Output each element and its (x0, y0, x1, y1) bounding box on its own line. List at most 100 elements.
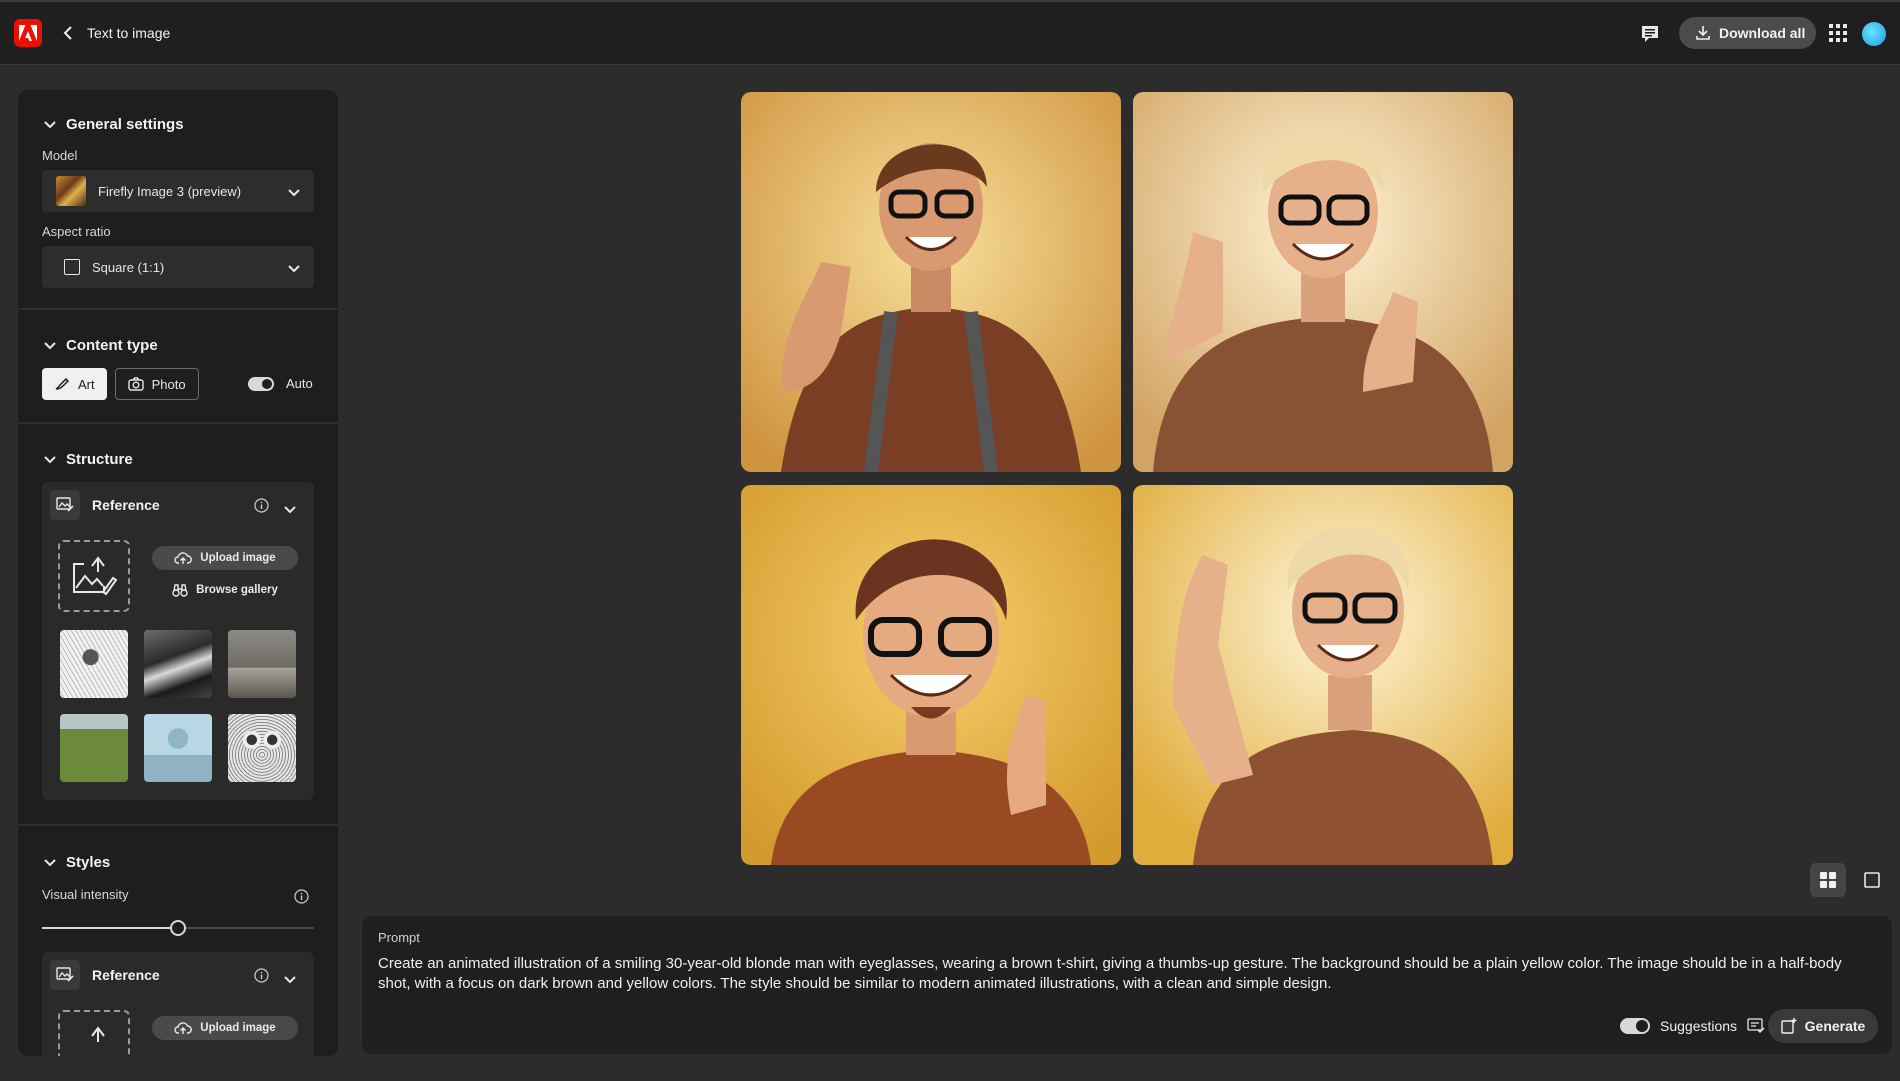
slider-fill (42, 927, 178, 929)
model-label: Model (42, 148, 78, 163)
illustration-blonde-man-single-thumb (1133, 485, 1513, 865)
thumb-mountain-landscape[interactable] (144, 630, 212, 698)
chevron-down-icon[interactable] (284, 971, 296, 987)
styles-upload-dropzone[interactable] (58, 1010, 130, 1056)
thumb-owl-sketch[interactable] (228, 714, 296, 782)
square-icon (64, 259, 80, 275)
content-type-title: Content type (66, 337, 158, 354)
top-bar: Text to image Download all (0, 0, 1900, 65)
styles-upload-image-button[interactable]: Upload image (152, 1016, 298, 1040)
thumb-living-room[interactable] (228, 630, 296, 698)
view-toggle (1810, 862, 1890, 898)
art-label: Art (78, 376, 95, 392)
photo-button[interactable]: Photo (114, 368, 199, 400)
cloud-upload-icon (174, 1022, 193, 1034)
info-icon[interactable] (254, 498, 269, 516)
upload-image-label: Upload image (200, 1022, 276, 1034)
slider-thumb[interactable] (170, 920, 186, 936)
upload-dropzone[interactable] (58, 540, 130, 612)
illustration-goatee-man (741, 485, 1121, 865)
structure-reference-box: Reference Upload image Browse gallery (42, 482, 314, 800)
adobe-logo-icon[interactable] (14, 19, 42, 47)
art-button[interactable]: Art (42, 368, 107, 400)
model-select[interactable]: Firefly Image 3 (preview) (42, 170, 314, 212)
structure-upload-image-button[interactable]: Upload image (152, 546, 298, 570)
settings-panel: General settings Model Firefly Image 3 (… (18, 90, 338, 1056)
generated-image-3[interactable] (741, 485, 1121, 865)
generate-label: Generate (1804, 1018, 1866, 1034)
auto-label: Auto (286, 376, 313, 391)
structure-reference-header[interactable]: Reference (50, 490, 306, 520)
grid-icon (1820, 872, 1836, 888)
generated-image-4[interactable] (1133, 485, 1513, 865)
structure-title: Structure (66, 451, 133, 468)
suggestions-toggle[interactable] (1620, 1018, 1650, 1034)
download-all-button[interactable]: Download all (1679, 17, 1816, 49)
visual-intensity-label: Visual intensity (42, 887, 129, 902)
styles-reference-label: Reference (92, 967, 160, 983)
model-value: Firefly Image 3 (preview) (98, 183, 242, 199)
generate-sparkle-icon (1780, 1018, 1797, 1034)
comment-icon[interactable] (1638, 22, 1662, 46)
chevron-down-icon[interactable] (284, 501, 296, 517)
styles-title: Styles (66, 854, 111, 871)
single-view-button[interactable] (1854, 863, 1890, 897)
download-all-label: Download all (1719, 25, 1806, 41)
cloud-upload-icon (174, 552, 193, 564)
chevron-down-icon (44, 857, 56, 869)
prompt-label: Prompt (378, 930, 420, 945)
illustration-blonde-man (1133, 92, 1513, 472)
visual-intensity-slider[interactable] (42, 920, 314, 936)
page-title: Text to image (87, 25, 171, 41)
browse-gallery-button[interactable]: Browse gallery (152, 578, 298, 602)
chevron-down-icon (288, 261, 300, 276)
back-chevron-icon[interactable] (60, 22, 76, 44)
generated-image-2[interactable] (1133, 92, 1513, 472)
brush-icon (55, 377, 70, 390)
aspect-ratio-label: Aspect ratio (42, 224, 111, 239)
camera-icon (127, 377, 144, 391)
thumb-road-field[interactable] (60, 714, 128, 782)
image-upload-icon (91, 1026, 105, 1042)
general-settings-title: General settings (66, 116, 184, 133)
photo-label: Photo (151, 376, 186, 392)
grid-view-button[interactable] (1810, 863, 1846, 897)
chevron-down-icon (44, 340, 56, 352)
avatar[interactable] (1862, 22, 1886, 46)
content-type-header[interactable]: Content type (44, 337, 158, 354)
auto-toggle-row: Auto (248, 376, 313, 391)
suggestions-toggle-row: Suggestions (1620, 1018, 1765, 1034)
aspect-ratio-select[interactable]: Square (1:1) (42, 246, 314, 288)
chevron-down-icon (44, 119, 56, 131)
prompt-box: Prompt Create an animated illustration o… (362, 916, 1892, 1054)
generate-button[interactable]: Generate (1768, 1009, 1878, 1043)
styles-reference-header[interactable]: Reference (50, 960, 306, 990)
illustration-brown-hair-man (741, 92, 1121, 472)
styles-header[interactable]: Styles (44, 854, 110, 871)
suggestions-settings-icon[interactable] (1747, 1018, 1765, 1034)
thumb-sketch-bird[interactable] (60, 630, 128, 698)
download-icon (1696, 26, 1710, 40)
suggestions-label: Suggestions (1660, 1018, 1738, 1034)
structure-header[interactable]: Structure (44, 451, 133, 468)
image-reference-icon (50, 490, 80, 520)
chevron-down-icon (44, 454, 56, 466)
aspect-ratio-value: Square (1:1) (92, 259, 165, 275)
auto-toggle[interactable] (248, 376, 274, 391)
model-thumbnail (56, 176, 86, 206)
styles-section: Styles Visual intensity Reference Upload… (18, 826, 338, 1056)
info-icon[interactable] (254, 968, 269, 986)
structure-section: Structure Reference Upload image Browse … (18, 424, 338, 826)
image-upload-icon (73, 556, 118, 596)
generated-image-1[interactable] (741, 92, 1121, 472)
styles-reference-box: Reference Upload image (42, 952, 314, 1056)
content-type-section: Content type Art Photo Auto (18, 310, 338, 424)
info-icon[interactable] (294, 889, 309, 909)
general-settings-header[interactable]: General settings (44, 116, 184, 133)
structure-reference-label: Reference (92, 497, 160, 513)
thumb-sphere-pedestal[interactable] (144, 714, 212, 782)
apps-grid-icon[interactable] (1829, 24, 1849, 44)
image-reference-icon (50, 960, 80, 990)
prompt-input[interactable]: Create an animated illustration of a smi… (378, 954, 1878, 994)
binoculars-icon (172, 584, 188, 597)
